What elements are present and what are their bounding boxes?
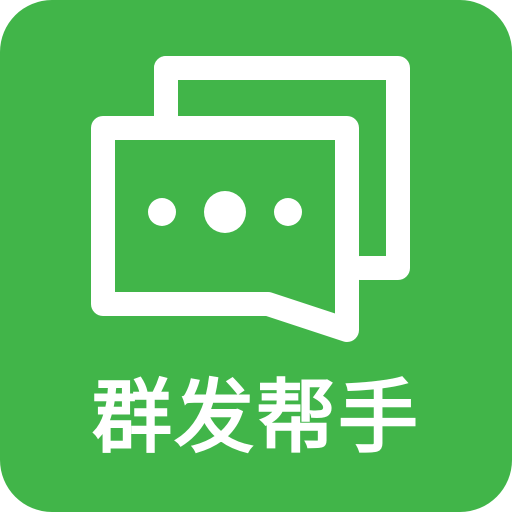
app-name: 群发帮手: [92, 371, 420, 464]
dot-icon: [274, 198, 302, 226]
app-icon[interactable]: 群发帮手: [0, 0, 512, 512]
dot-icon: [148, 198, 176, 226]
dot-icon: [204, 191, 246, 233]
